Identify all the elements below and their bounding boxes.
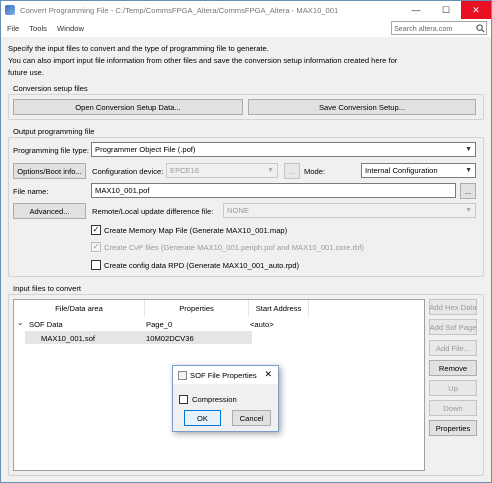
cancel-button[interactable]: Cancel bbox=[232, 410, 271, 426]
menu-file[interactable]: File bbox=[7, 24, 19, 33]
window-controls: — ☐ ✕ bbox=[401, 1, 491, 19]
config-device-select[interactable]: EPCE16 ▼ bbox=[166, 163, 278, 178]
create-map-label: Create Memory Map File (Generate MAX10_0… bbox=[104, 226, 288, 235]
save-conversion-setup-button[interactable]: Save Conversion Setup... bbox=[248, 99, 476, 115]
title-bar: Convert Programming File - C:/Temp/Comms… bbox=[1, 1, 491, 19]
dialog-title: SOF File Properties bbox=[190, 370, 257, 380]
remote-update-value: NONE bbox=[227, 206, 249, 215]
maximize-button[interactable]: ☐ bbox=[431, 1, 461, 19]
menu-tools[interactable]: Tools bbox=[29, 24, 47, 33]
create-cvp-label: Create CvP files (Generate MAX10_001.per… bbox=[104, 243, 364, 252]
instructions-line-2: You can also import input file informati… bbox=[8, 56, 398, 65]
browse-device-button[interactable]: ... bbox=[284, 163, 300, 179]
dialog-title-bar: SOF File Properties ✕ bbox=[173, 366, 278, 384]
close-button[interactable]: ✕ bbox=[461, 1, 491, 19]
config-device-value: EPCE16 bbox=[170, 166, 200, 175]
options-boot-info-button[interactable]: Options/Boot info... bbox=[13, 163, 86, 179]
sof-file-row-name[interactable]: MAX10_001.sof bbox=[41, 334, 95, 343]
sof-data-row-start: <auto> bbox=[250, 320, 274, 329]
mode-select[interactable]: Internal Configuration ▼ bbox=[361, 163, 476, 178]
menu-window[interactable]: Window bbox=[57, 24, 84, 33]
remove-button[interactable]: Remove bbox=[429, 360, 477, 376]
column-header-start-address[interactable]: Start Address bbox=[249, 300, 309, 316]
mode-label: Mode: bbox=[304, 167, 326, 176]
browse-file-button[interactable]: ... bbox=[460, 183, 476, 199]
file-type-value: Programmer Object File (.pof) bbox=[95, 145, 196, 154]
checkmark-icon: ✓ bbox=[92, 225, 100, 234]
chevron-down-icon: ▼ bbox=[465, 146, 472, 153]
conversion-setup-label: Conversion setup files bbox=[13, 84, 88, 93]
add-file-button[interactable]: Add File... bbox=[429, 340, 477, 356]
dialog-close-icon[interactable]: ✕ bbox=[264, 369, 272, 380]
compression-checkbox[interactable] bbox=[179, 395, 188, 404]
search-input[interactable]: Search altera.com bbox=[391, 21, 487, 35]
remote-update-label: Remote/Local update difference file: bbox=[92, 207, 214, 216]
file-name-label: File name: bbox=[13, 187, 49, 196]
output-file-label: Output programming file bbox=[13, 127, 95, 136]
create-rpd-checkbox[interactable] bbox=[91, 260, 101, 270]
sof-file-properties-dialog: SOF File Properties ✕ Compression OK Can… bbox=[172, 365, 279, 432]
sof-data-row-properties: Page_0 bbox=[146, 320, 173, 329]
sof-file-row-properties: 10M02DCV36 bbox=[146, 334, 194, 343]
chevron-down-icon: ▼ bbox=[267, 167, 274, 174]
instructions-line-3: future use. bbox=[8, 68, 44, 77]
expand-chevron-icon[interactable]: ⌄ bbox=[17, 318, 23, 327]
chevron-down-icon: ▼ bbox=[465, 207, 472, 214]
create-rpd-label: Create config data RPD (Generate MAX10_0… bbox=[104, 261, 300, 270]
instructions-line-1: Specify the input files to convert and t… bbox=[8, 44, 269, 53]
add-sof-page-button[interactable]: Add Sof Page bbox=[429, 319, 477, 335]
remote-update-select[interactable]: NONE ▼ bbox=[223, 203, 476, 218]
instructions: Specify the input files to convert and t… bbox=[8, 43, 418, 79]
add-hex-data-button[interactable]: Add Hex Data bbox=[429, 299, 477, 315]
sof-data-row-name[interactable]: SOF Data bbox=[29, 320, 63, 329]
dialog-icon bbox=[178, 370, 187, 380]
file-name-field[interactable]: MAX10_001.pof bbox=[91, 183, 456, 198]
chevron-down-icon: ▼ bbox=[465, 167, 472, 174]
down-button[interactable]: Down bbox=[429, 400, 477, 416]
config-device-label: Configuration device: bbox=[92, 167, 164, 176]
compression-label: Compression bbox=[192, 395, 237, 404]
file-type-label: Programming file type: bbox=[13, 146, 89, 155]
mode-value: Internal Configuration bbox=[365, 166, 438, 175]
search-icon[interactable] bbox=[474, 22, 486, 34]
create-map-checkbox[interactable]: ✓ bbox=[91, 225, 101, 235]
column-header-file[interactable]: File/Data area bbox=[14, 300, 145, 316]
app-icon bbox=[5, 5, 15, 15]
properties-button[interactable]: Properties bbox=[429, 420, 477, 436]
checkmark-icon: ✓ bbox=[92, 242, 100, 251]
up-button[interactable]: Up bbox=[429, 380, 477, 396]
open-conversion-setup-button[interactable]: Open Conversion Setup Data... bbox=[13, 99, 243, 115]
advanced-button[interactable]: Advanced... bbox=[13, 203, 86, 219]
ok-button[interactable]: OK bbox=[184, 410, 221, 426]
search-placeholder: Search altera.com bbox=[394, 23, 453, 33]
column-header-properties[interactable]: Properties bbox=[145, 300, 249, 316]
create-cvp-checkbox[interactable]: ✓ bbox=[91, 242, 101, 252]
convert-programming-file-window: Convert Programming File - C:/Temp/Comms… bbox=[0, 0, 492, 483]
input-files-label: Input files to convert bbox=[13, 284, 81, 293]
file-type-select[interactable]: Programmer Object File (.pof) ▼ bbox=[91, 142, 476, 157]
minimize-button[interactable]: — bbox=[401, 1, 431, 19]
window-title: Convert Programming File - C:/Temp/Comms… bbox=[20, 5, 339, 15]
